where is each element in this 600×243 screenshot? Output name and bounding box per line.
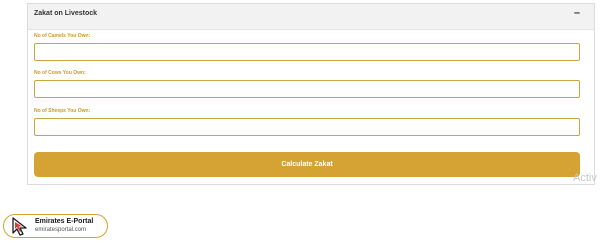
cows-label: No of Cows You Own: [34, 70, 86, 76]
calculate-zakat-button[interactable]: Calculate Zakat [34, 152, 580, 177]
sheeps-input[interactable] [34, 118, 580, 136]
logo-url: emiratesportal.com [35, 227, 87, 233]
zakat-livestock-panel: Zakat on Livestock – No of Camels You Ow… [27, 3, 595, 185]
collapse-button[interactable]: – [574, 7, 580, 19]
activate-windows-watermark: Activ [573, 172, 597, 184]
sheeps-label: No of Sheeps You Own: [34, 108, 91, 114]
camels-label: No of Camels You Own: [34, 33, 91, 39]
panel-title: Zakat on Livestock [34, 10, 98, 17]
cursor-arrow-icon [10, 217, 30, 241]
camels-input[interactable] [34, 43, 580, 61]
logo-name: Emirates E-Portal [35, 218, 94, 225]
panel-header[interactable]: Zakat on Livestock – [28, 4, 594, 30]
emirates-eportal-logo[interactable]: Emirates E-Portal emiratesportal.com [3, 214, 108, 238]
cows-input[interactable] [34, 80, 580, 98]
